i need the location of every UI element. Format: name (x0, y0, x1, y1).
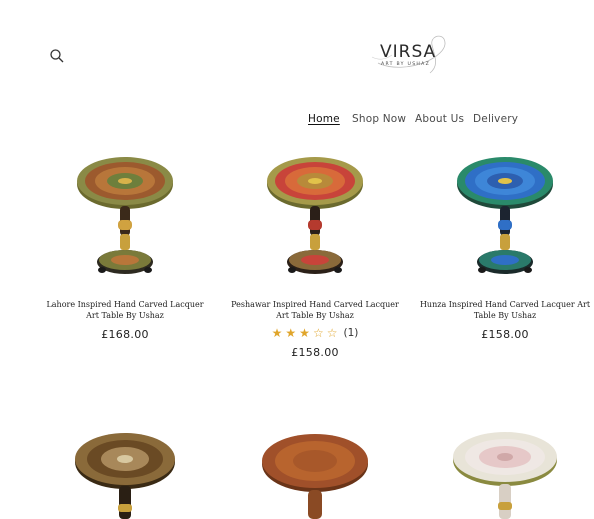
product-image[interactable] (450, 150, 560, 290)
product-card[interactable] (39, 428, 211, 519)
product-card[interactable] (229, 428, 401, 519)
search-button[interactable] (49, 48, 65, 64)
star-filled-icon: ★ (285, 326, 297, 340)
product-price: £158.00 (481, 328, 529, 341)
product-card[interactable]: Peshawar Inspired Hand Carved Lacquer Ar… (229, 150, 401, 359)
product-image[interactable] (260, 428, 370, 519)
product-image[interactable] (260, 150, 370, 290)
product-title[interactable]: Hunza Inspired Hand Carved Lacquer Art T… (419, 300, 591, 321)
star-filled-icon: ★ (271, 326, 283, 340)
nav-home[interactable]: Home (308, 113, 340, 125)
search-icon (50, 49, 64, 63)
nav-about-us[interactable]: About Us (415, 113, 464, 125)
product-title[interactable]: Peshawar Inspired Hand Carved Lacquer Ar… (229, 300, 401, 321)
star-empty-icon: ☆ (312, 326, 324, 340)
logo-text: VIRSA (380, 42, 437, 62)
logo-tagline: ART BY USHAZ (381, 62, 431, 67)
product-price: £168.00 (101, 328, 149, 341)
product-image[interactable] (70, 428, 180, 519)
nav-delivery[interactable]: Delivery (473, 113, 518, 125)
star-empty-icon: ☆ (326, 326, 338, 340)
product-card[interactable] (419, 428, 591, 519)
product-card[interactable]: Hunza Inspired Hand Carved Lacquer Art T… (419, 150, 591, 341)
product-image[interactable] (70, 150, 180, 290)
product-card[interactable]: Lahore Inspired Hand Carved Lacquer Art … (39, 150, 211, 341)
product-rating: ★ ★ ★ ☆ ☆ (1) (229, 327, 401, 339)
product-title[interactable]: Lahore Inspired Hand Carved Lacquer Art … (39, 300, 211, 321)
main-nav: Home Shop Now About Us Delivery (0, 113, 594, 129)
brand-logo[interactable]: VIRSA ART BY USHAZ (370, 33, 452, 79)
rating-count: (1) (343, 327, 359, 339)
star-filled-icon: ★ (299, 326, 310, 340)
product-price: £158.00 (291, 346, 339, 359)
product-image[interactable] (450, 428, 560, 519)
nav-shop-now[interactable]: Shop Now (352, 113, 406, 125)
